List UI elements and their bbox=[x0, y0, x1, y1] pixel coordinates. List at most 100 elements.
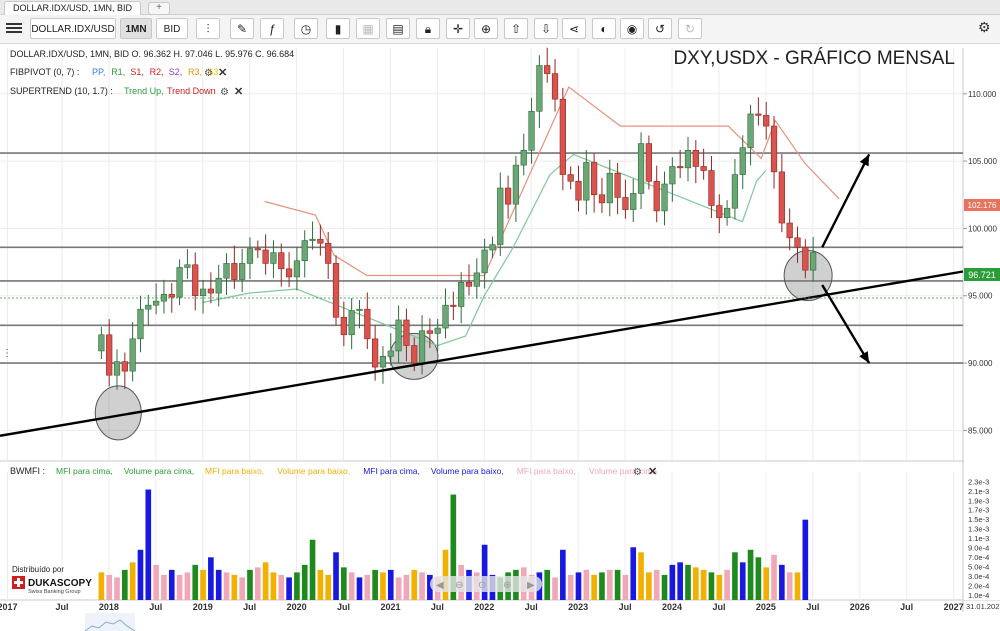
candle-body[interactable] bbox=[481, 249, 488, 274]
eye-icon[interactable]: ◉ bbox=[620, 18, 644, 39]
bwmfi-bar[interactable] bbox=[411, 569, 418, 600]
bwmfi-bar[interactable] bbox=[630, 547, 637, 600]
bwmfi-bar[interactable] bbox=[294, 572, 300, 600]
candle-body[interactable] bbox=[278, 252, 285, 270]
supertrend-settings-icon[interactable]: ⚙ bbox=[220, 87, 229, 98]
candle-body[interactable] bbox=[622, 197, 629, 210]
bwmfi-bar[interactable] bbox=[692, 567, 699, 600]
bwmfi-bar[interactable] bbox=[161, 574, 167, 600]
bwmfi-bar[interactable] bbox=[724, 569, 730, 600]
candle-body[interactable] bbox=[544, 65, 551, 74]
candle-body[interactable] bbox=[418, 330, 426, 364]
candle-body[interactable] bbox=[770, 125, 778, 173]
bwmfi-bar[interactable] bbox=[739, 562, 746, 600]
candle-body[interactable] bbox=[614, 172, 621, 198]
bwmfi-bar[interactable] bbox=[700, 569, 707, 600]
candle-body[interactable] bbox=[153, 300, 160, 306]
bwmfi-bar[interactable] bbox=[254, 567, 261, 600]
bwmfi-bar[interactable] bbox=[786, 572, 793, 600]
bwmfi-bar[interactable] bbox=[591, 574, 597, 600]
candle-body[interactable] bbox=[700, 166, 707, 171]
candle-body[interactable] bbox=[434, 327, 441, 334]
candle-body[interactable] bbox=[497, 187, 504, 245]
candle-body[interactable] bbox=[598, 194, 606, 204]
calendar-icon[interactable]: ▦ bbox=[356, 18, 380, 39]
bwmfi-bar[interactable] bbox=[567, 574, 574, 600]
bwmfi-bar[interactable] bbox=[168, 569, 175, 600]
bwmfi-bar[interactable] bbox=[223, 572, 230, 600]
candle-body[interactable] bbox=[301, 240, 308, 262]
bwmfi-bar[interactable] bbox=[771, 554, 777, 600]
bwmfi-bar[interactable] bbox=[317, 569, 324, 600]
candle-body[interactable] bbox=[661, 183, 668, 212]
bwmfi-bar[interactable] bbox=[380, 572, 386, 600]
bwmfi-bar[interactable] bbox=[779, 564, 785, 600]
candle-body[interactable] bbox=[606, 172, 613, 204]
download-icon[interactable]: ⇩ bbox=[534, 18, 558, 39]
candle-body[interactable] bbox=[559, 98, 566, 175]
bwmfi-bar[interactable] bbox=[372, 569, 378, 600]
bwmfi-bar[interactable] bbox=[215, 569, 222, 600]
bwmfi-bar[interactable] bbox=[176, 574, 183, 600]
bwmfi-bar[interactable] bbox=[653, 569, 660, 600]
candle-body[interactable] bbox=[129, 338, 136, 372]
candle-body[interactable] bbox=[536, 65, 543, 112]
bwmfi-bar[interactable] bbox=[129, 562, 136, 600]
candle-body[interactable] bbox=[113, 361, 121, 376]
bwmfi-bar[interactable] bbox=[732, 552, 738, 600]
navigator-preview[interactable] bbox=[85, 613, 135, 631]
settings-gear-icon[interactable]: ⚙ bbox=[978, 19, 991, 36]
candle-body[interactable] bbox=[708, 170, 715, 206]
candle-body[interactable] bbox=[716, 205, 723, 218]
bwmfi-bar[interactable] bbox=[309, 539, 316, 600]
fibpivot-close-icon[interactable]: ✕ bbox=[218, 67, 227, 79]
bwmfi-settings-icon[interactable]: ⚙ bbox=[633, 467, 642, 478]
bwmfi-bar[interactable] bbox=[239, 577, 245, 600]
candle-body[interactable] bbox=[802, 246, 809, 271]
candle-body[interactable] bbox=[567, 174, 574, 182]
bwmfi-bar[interactable] bbox=[106, 574, 113, 600]
zoom-in-icon[interactable]: ⊕ bbox=[503, 580, 511, 591]
redo-icon[interactable]: ↻ bbox=[678, 18, 702, 39]
bwmfi-bar[interactable] bbox=[301, 564, 308, 600]
theme-icon[interactable]: ◐ bbox=[592, 18, 616, 39]
bwmfi-bar[interactable] bbox=[387, 569, 394, 600]
candle-body[interactable] bbox=[387, 350, 394, 357]
bwmfi-bar[interactable] bbox=[137, 549, 144, 600]
news-icon[interactable]: ▤ bbox=[386, 18, 410, 39]
candle-body[interactable] bbox=[215, 277, 222, 294]
candle-body[interactable] bbox=[442, 304, 449, 329]
candle-body[interactable] bbox=[372, 338, 379, 368]
bwmfi-bar[interactable] bbox=[614, 569, 621, 600]
zoom-icon[interactable]: ⊕ bbox=[474, 18, 498, 39]
candle-body[interactable] bbox=[645, 143, 652, 182]
candle-body[interactable] bbox=[285, 268, 293, 278]
period-selector[interactable]: 1MN bbox=[120, 18, 152, 39]
candle-body[interactable] bbox=[450, 304, 457, 307]
bwmfi-bar[interactable] bbox=[247, 569, 253, 600]
chart-tab[interactable]: DOLLAR.IDX/USD, 1MN, BID bbox=[4, 1, 142, 15]
candle-body[interactable] bbox=[786, 222, 793, 239]
candle-body[interactable] bbox=[106, 334, 113, 376]
candle-body[interactable] bbox=[465, 281, 473, 287]
candle-body[interactable] bbox=[677, 166, 684, 169]
candle-body[interactable] bbox=[551, 73, 559, 100]
clock-icon[interactable]: ◷ bbox=[294, 18, 318, 39]
bwmfi-bar[interactable] bbox=[669, 564, 676, 600]
share-icon[interactable]: ⋖ bbox=[562, 18, 586, 39]
bwmfi-bar[interactable] bbox=[708, 572, 715, 600]
candle-body[interactable] bbox=[270, 252, 277, 264]
candle-body[interactable] bbox=[473, 272, 480, 287]
candle-body[interactable] bbox=[403, 319, 410, 346]
candle-body[interactable] bbox=[348, 310, 355, 336]
bwmfi-bar[interactable] bbox=[231, 574, 238, 600]
bwmfi-bar[interactable] bbox=[192, 564, 199, 600]
candle-body[interactable] bbox=[223, 263, 230, 279]
candle-body[interactable] bbox=[591, 162, 598, 196]
candle-body[interactable] bbox=[395, 319, 402, 352]
bwmfi-bar[interactable] bbox=[348, 572, 355, 600]
undo-icon[interactable]: ↺ bbox=[648, 18, 672, 39]
bwmfi-bar[interactable] bbox=[716, 574, 723, 600]
candle-body[interactable] bbox=[504, 187, 512, 205]
bwmfi-close-icon[interactable]: ✕ bbox=[648, 466, 657, 478]
